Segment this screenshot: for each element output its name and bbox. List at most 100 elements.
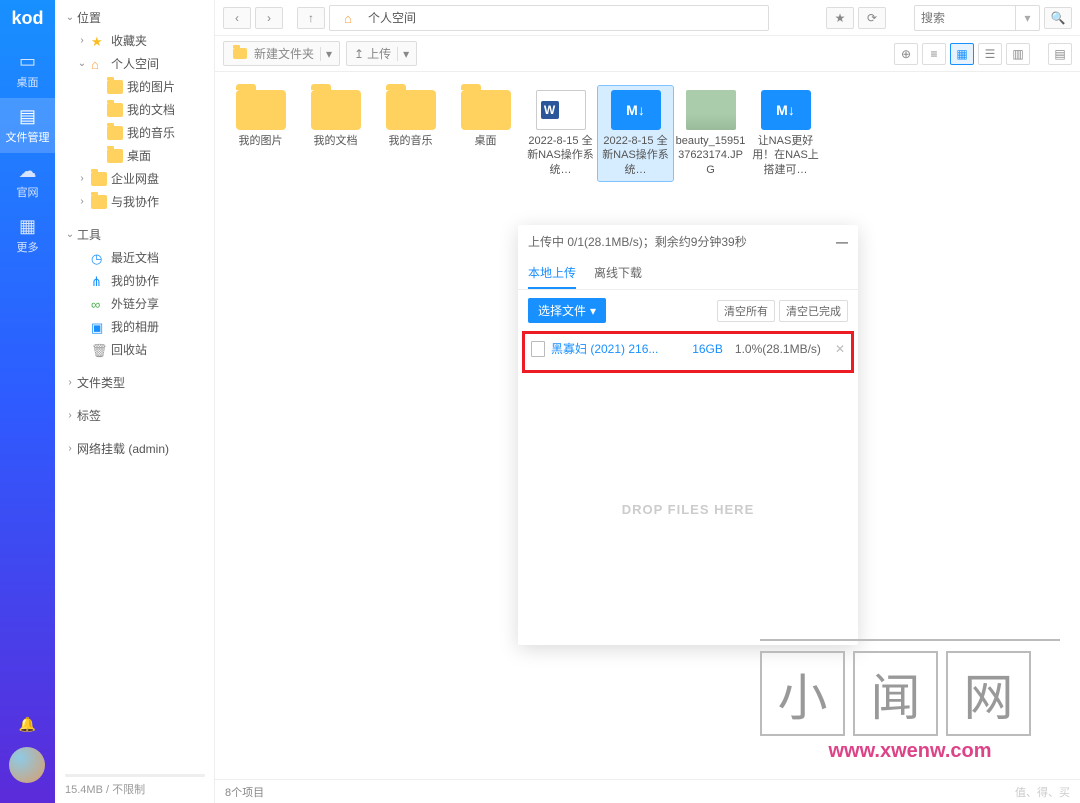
tree-album[interactable]: ▣我的相册 [55,315,214,338]
chevron-right-icon: › [75,35,89,46]
back-button[interactable]: ‹ [223,7,251,29]
up-button[interactable]: ↑ [297,7,325,29]
tree-tools[interactable]: ⌄工具 [55,223,214,246]
forward-button[interactable]: › [255,7,283,29]
chevron-down-icon[interactable]: ▾ [1015,5,1039,31]
file-name: 我的图片 [225,134,296,148]
docx-icon [536,90,586,130]
tree-recent[interactable]: ◷最近文档 [55,246,214,269]
upload-actions: 选择文件 ▾ 清空所有 清空已完成 [518,290,858,331]
folder-icon [107,103,123,117]
upload-button[interactable]: ↥上传▾ [346,41,417,66]
tree-label: 收藏夹 [111,32,147,49]
clear-all-button[interactable]: 清空所有 [717,300,775,322]
storage-text: 15.4MB / 不限制 [65,784,145,796]
home-icon: ⌂ [91,57,107,71]
nav-more[interactable]: ▦更多 [0,208,55,263]
upload-row[interactable]: 黑寡妇 (2021) 216... 16GB 1.0%(28.1MB/s) ✕ [531,340,845,357]
folder-icon [461,90,511,130]
folder-icon [236,90,286,130]
tree-collab[interactable]: ›与我协作 [55,190,214,213]
btn-label: 选择文件 [538,302,586,319]
tree-child[interactable]: 我的文档 [55,98,214,121]
chevron-right-icon: › [63,377,77,388]
trash-icon: 🗑 [91,343,107,357]
clear-done-button[interactable]: 清空已完成 [779,300,848,322]
cloud-icon: ☁ [0,161,55,182]
chevron-down-icon: ⌄ [63,12,77,23]
tree-label: 网络挂载 (admin) [77,440,169,457]
column-view-button[interactable]: ▥ [1006,43,1030,65]
status-bar: 8个项目 值、得、买 [215,779,1080,803]
files-icon: ▤ [0,106,55,127]
file-item[interactable]: M↓让NAS更好用！在NAS上搭建可… [748,86,823,181]
cancel-upload-button[interactable]: ✕ [835,342,845,356]
tree-enterprise[interactable]: ›企业网盘 [55,167,214,190]
folder-icon [91,195,107,209]
tab-local-upload[interactable]: 本地上传 [528,258,576,289]
upload-icon: ↥ [354,47,364,61]
file-item[interactable]: 我的音乐 [373,86,448,181]
avatar[interactable] [9,747,45,783]
tree-label: 我的文档 [127,101,175,118]
tree-netmount[interactable]: ›网络挂载 (admin) [55,437,214,460]
tree-trash[interactable]: 🗑回收站 [55,338,214,361]
upload-file-progress: 1.0%(28.1MB/s) [735,342,821,356]
chevron-right-icon: › [63,443,77,454]
search-button[interactable]: 🔍 [1044,7,1072,29]
file-item[interactable]: beauty_1595137623174.JPG [673,86,748,181]
search-input[interactable] [915,11,1015,25]
drop-zone[interactable]: DROP FILES HERE [518,373,858,645]
nav-desktop[interactable]: ▭桌面 [0,43,55,98]
tree-personal[interactable]: ⌄⌂个人空间 [55,52,214,75]
file-item[interactable]: 我的文档 [298,86,373,181]
file-item[interactable]: 我的图片 [223,86,298,181]
tree-filetype[interactable]: ›文件类型 [55,371,214,394]
tree-label: 我的协作 [111,272,159,289]
bell-icon[interactable]: 🔔 [0,716,55,733]
tree-child[interactable]: 我的图片 [55,75,214,98]
topbar: ‹ › ↑ ⌂个人空间 ★ ⟳ ▾ 🔍 [215,0,1080,36]
icon-view-button[interactable]: ▦ [950,43,974,65]
breadcrumb-label: 个人空间 [368,9,416,26]
tree-mycollab[interactable]: ⋔我的协作 [55,269,214,292]
chevron-down-icon: ▾ [590,304,596,318]
file-item[interactable]: 2022-8-15 全新NAS操作系统… [523,86,598,181]
select-file-button[interactable]: 选择文件 ▾ [528,298,606,323]
tree-tags[interactable]: ›标签 [55,404,214,427]
chevron-down-icon: ⌄ [75,58,89,69]
file-name: 桌面 [450,134,521,148]
refresh-button[interactable]: ⟳ [858,7,886,29]
tree-child[interactable]: 桌面 [55,144,214,167]
upload-panel: 上传中 0/1(28.1MB/s)；剩余约9分钟39秒 — 本地上传 离线下载 … [518,225,858,645]
sort-button[interactable]: ≡ [922,43,946,65]
upload-file-size: 16GB [692,342,723,356]
tree-favorites[interactable]: ›★收藏夹 [55,29,214,52]
folder-icon [386,90,436,130]
new-folder-button[interactable]: 新建文件夹▾ [223,41,340,66]
folder-icon [233,48,247,59]
upload-header: 上传中 0/1(28.1MB/s)；剩余约9分钟39秒 — [518,225,858,258]
folder-icon [311,90,361,130]
tree-label: 工具 [77,226,101,243]
zoom-button[interactable]: ⊕ [894,43,918,65]
star-button[interactable]: ★ [826,7,854,29]
nav-files[interactable]: ▤文件管理 [0,98,55,153]
tree-label: 与我协作 [111,193,159,210]
list-view-button[interactable]: ☰ [978,43,1002,65]
chevron-right-icon: › [75,173,89,184]
tree-label: 最近文档 [111,249,159,266]
file-item[interactable]: M↓2022-8-15 全新NAS操作系统… [598,86,673,181]
tree-link[interactable]: ∞外链分享 [55,292,214,315]
link-icon: ∞ [91,297,107,311]
tree-location[interactable]: ⌄位置 [55,6,214,29]
breadcrumb[interactable]: ⌂个人空间 [329,5,769,31]
file-name: beauty_1595137623174.JPG [675,134,746,177]
file-item[interactable]: 桌面 [448,86,523,181]
tree-child[interactable]: 我的音乐 [55,121,214,144]
tab-offline-download[interactable]: 离线下载 [594,258,642,289]
minimize-button[interactable]: — [836,235,848,249]
panel-button[interactable]: ▤ [1048,43,1072,65]
left-nav: kod ▭桌面 ▤文件管理 ☁官网 ▦更多 🔔 [0,0,55,803]
nav-site[interactable]: ☁官网 [0,153,55,208]
